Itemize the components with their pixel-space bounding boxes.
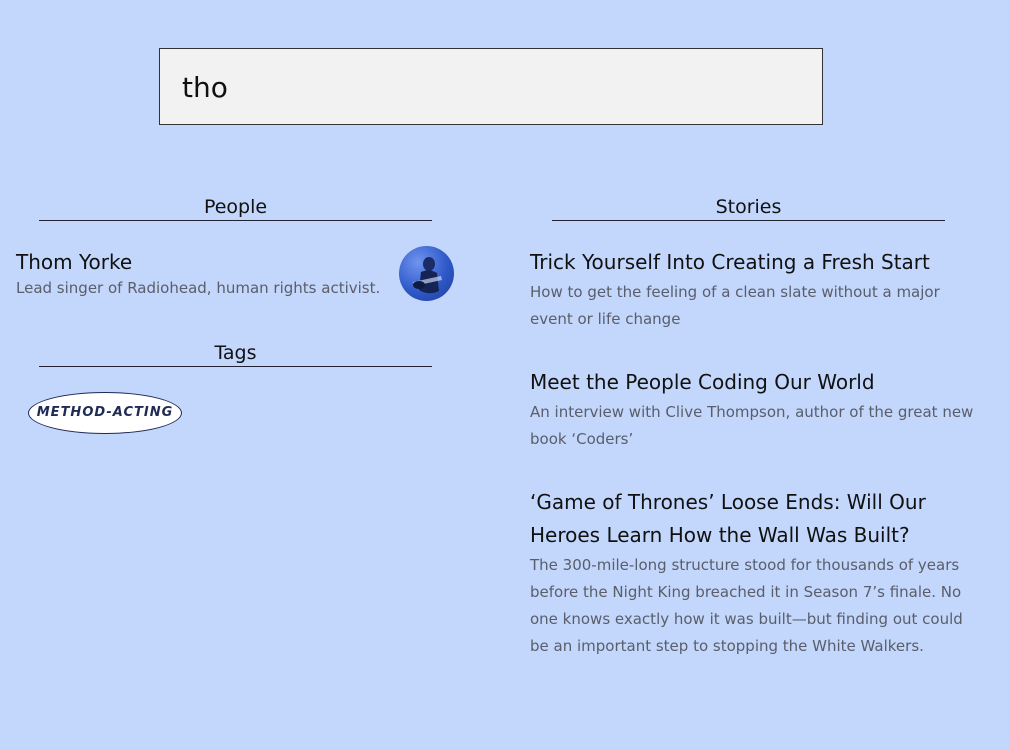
- story-title[interactable]: Trick Yourself Into Creating a Fresh Sta…: [530, 246, 975, 279]
- search-input[interactable]: [182, 69, 782, 105]
- story-description: An interview with Clive Thompson, author…: [530, 403, 974, 448]
- story-title[interactable]: ‘Game of Thrones’ Loose Ends: Will Our H…: [530, 486, 975, 552]
- person-description: Lead singer of Radiohead, human rights a…: [16, 279, 381, 297]
- search-box[interactable]: [159, 48, 823, 125]
- tags-section-heading: Tags: [39, 342, 432, 367]
- story-item[interactable]: ‘Game of Thrones’ Loose Ends: Will Our H…: [530, 486, 975, 660]
- stories-section-heading: Stories: [552, 196, 945, 221]
- story-description: The 300-mile-long structure stood for th…: [530, 556, 963, 655]
- person-photo-icon: [413, 257, 442, 294]
- avatar[interactable]: [399, 246, 454, 301]
- story-description: How to get the feeling of a clean slate …: [530, 283, 940, 328]
- person-result[interactable]: Thom Yorke Lead singer of Radiohead, hum…: [16, 248, 456, 308]
- story-item[interactable]: Meet the People Coding Our World An inte…: [530, 366, 975, 453]
- tag-method-acting[interactable]: METHOD-ACTING: [28, 392, 182, 434]
- person-name[interactable]: Thom Yorke: [16, 248, 456, 276]
- story-item[interactable]: Trick Yourself Into Creating a Fresh Sta…: [530, 246, 975, 333]
- people-section-heading: People: [39, 196, 432, 221]
- story-title[interactable]: Meet the People Coding Our World: [530, 366, 975, 399]
